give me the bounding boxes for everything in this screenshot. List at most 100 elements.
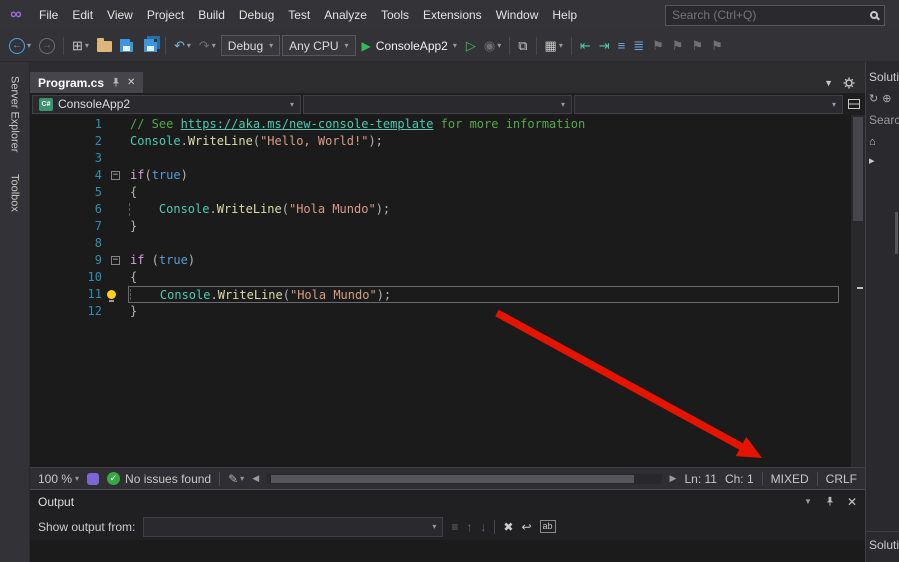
document-health-icon[interactable] [87,473,99,485]
quick-actions-lightbulb-icon[interactable] [107,290,116,299]
code-editor[interactable]: 1// See https://aka.ms/new-console-templ… [30,115,865,467]
start-debugging-button[interactable]: ▶ConsoleApp2▾ [358,37,461,55]
clear-all-output-icon[interactable]: ✖ [503,520,513,534]
encoding-indicator[interactable]: MIXED [771,472,809,486]
toggle-whitespace-icon[interactable]: ab [540,520,556,533]
document-list-dropdown-icon[interactable]: ▼ [824,78,833,88]
pin-icon[interactable] [110,77,121,88]
collapse-region-icon[interactable]: − [111,171,120,180]
breakpoint-margin[interactable] [30,235,46,252]
output-content[interactable] [30,540,865,562]
refresh-icon[interactable]: ↻ [869,92,878,105]
menu-test[interactable]: Test [281,0,317,30]
tab-program-cs[interactable]: Program.cs ✕ [30,72,143,93]
solution-configurations-dropdown[interactable]: Debug▾ [221,35,280,56]
close-icon[interactable]: ✕ [847,495,857,509]
member-list-button[interactable]: ▦▾ [542,37,566,55]
vertical-scrollbar[interactable] [851,115,865,467]
breakpoint-margin[interactable] [30,150,46,167]
panel-scrollbar-thumb[interactable] [895,212,898,254]
menu-tools[interactable]: Tools [374,0,416,30]
gear-icon[interactable] [843,77,855,89]
code-line-11[interactable]: 11 Console.WriteLine("Hola Mundo"); [30,286,865,303]
code-line-7[interactable]: 7} [30,218,865,235]
menu-project[interactable]: Project [140,0,191,30]
uncomment-selection-button[interactable]: ≣ [630,37,647,55]
code-line-5[interactable]: 5{ [30,184,865,201]
start-without-debugging-button[interactable]: ▷ [463,37,479,55]
previous-message-icon[interactable]: ↑ [466,520,472,534]
breakpoint-margin[interactable] [30,184,46,201]
breakpoint-margin[interactable] [30,286,46,303]
increase-indent-button[interactable]: ⇥ [596,37,613,55]
code-line-4[interactable]: 4−if(true) [30,167,865,184]
next-message-icon[interactable]: ↓ [480,520,486,534]
menu-help[interactable]: Help [545,0,584,30]
breakpoint-margin[interactable] [30,167,46,184]
horizontal-scrollbar[interactable] [267,474,661,484]
window-menu-icon[interactable]: ▼ [804,497,812,506]
find-in-files-button[interactable]: ⧉ [515,37,530,55]
menu-edit[interactable]: Edit [65,0,100,30]
project-dropdown[interactable]: C# ConsoleApp2 ▾ [32,95,301,114]
breakpoint-margin[interactable] [30,252,46,269]
menu-build[interactable]: Build [191,0,232,30]
navigate-backward-button[interactable]: ←▾ [6,36,34,56]
previous-bookmark-button[interactable]: ⚑ [669,37,687,55]
breakpoint-margin[interactable] [30,303,46,320]
code-line-2[interactable]: 2Console.WriteLine("Hello, World!"); [30,133,865,150]
breakpoint-margin[interactable] [30,201,46,218]
home-icon[interactable]: ⌂ [866,133,899,151]
close-tab-icon[interactable]: ✕ [127,77,135,88]
breakpoint-margin[interactable] [30,133,46,150]
new-project-button[interactable]: ⊞▾ [69,37,92,55]
split-window-button[interactable] [845,99,863,109]
menu-extensions[interactable]: Extensions [416,0,489,30]
add-icon[interactable]: ⊕ [882,92,891,105]
breakpoint-margin[interactable] [30,116,46,133]
comment-selection-button[interactable]: ≡ [615,37,629,55]
server-explorer-tab[interactable]: Server Explorer [9,68,21,160]
code-line-8[interactable]: 8 [30,235,865,252]
menu-window[interactable]: Window [489,0,546,30]
code-line-12[interactable]: 12} [30,303,865,320]
solution-search-label[interactable]: Search [866,107,899,133]
member-dropdown[interactable]: ▾ [574,95,843,114]
next-bookmark-button[interactable]: ⚑ [688,37,706,55]
solution-platforms-dropdown[interactable]: Any CPU▾ [282,35,355,56]
scroll-left-icon[interactable]: ◀ [252,473,259,484]
code-line-1[interactable]: 1// See https://aka.ms/new-console-templ… [30,116,865,133]
pin-icon[interactable] [824,496,835,507]
tree-expand-icon[interactable]: ▸ [866,151,899,170]
breakpoint-margin[interactable] [30,269,46,286]
issues-indicator[interactable]: ✓ No issues found [107,472,211,486]
undo-button[interactable]: ↶▾ [171,37,194,55]
redo-button[interactable]: ↷▾ [196,37,219,55]
breakpoint-margin[interactable] [30,218,46,235]
menu-view[interactable]: View [100,0,140,30]
find-message-icon[interactable]: ≡ [451,520,458,534]
quick-search-box[interactable] [665,5,885,26]
hot-reload-button[interactable]: ◉▾ [481,37,504,55]
output-source-dropdown[interactable]: ▾ [143,517,443,537]
line-ending-indicator[interactable]: CRLF [826,472,857,486]
zoom-dropdown[interactable]: 100 % ▾ [38,472,79,486]
code-line-10[interactable]: 10{ [30,269,865,286]
solution-explorer-bottom-tab[interactable]: Soluti [866,531,899,562]
collapse-region-icon[interactable]: − [111,256,120,265]
code-cleanup-button[interactable]: ✎ ▾ [228,472,244,486]
open-file-button[interactable] [94,37,115,54]
menu-analyze[interactable]: Analyze [317,0,374,30]
toolbox-tab[interactable]: Toolbox [9,166,21,220]
type-dropdown[interactable]: ▾ [303,95,572,114]
scrollbar-thumb[interactable] [853,117,863,221]
toggle-bookmark-button[interactable]: ⚑ [649,37,667,55]
code-line-3[interactable]: 3 [30,150,865,167]
menu-file[interactable]: File [32,0,65,30]
save-button[interactable] [117,37,136,54]
decrease-indent-button[interactable]: ⇤ [577,37,594,55]
navigate-forward-button[interactable]: → [36,36,58,56]
horizontal-scrollbar-thumb[interactable] [271,475,634,483]
code-line-6[interactable]: 6 Console.WriteLine("Hola Mundo"); [30,201,865,218]
search-input[interactable] [672,8,870,22]
